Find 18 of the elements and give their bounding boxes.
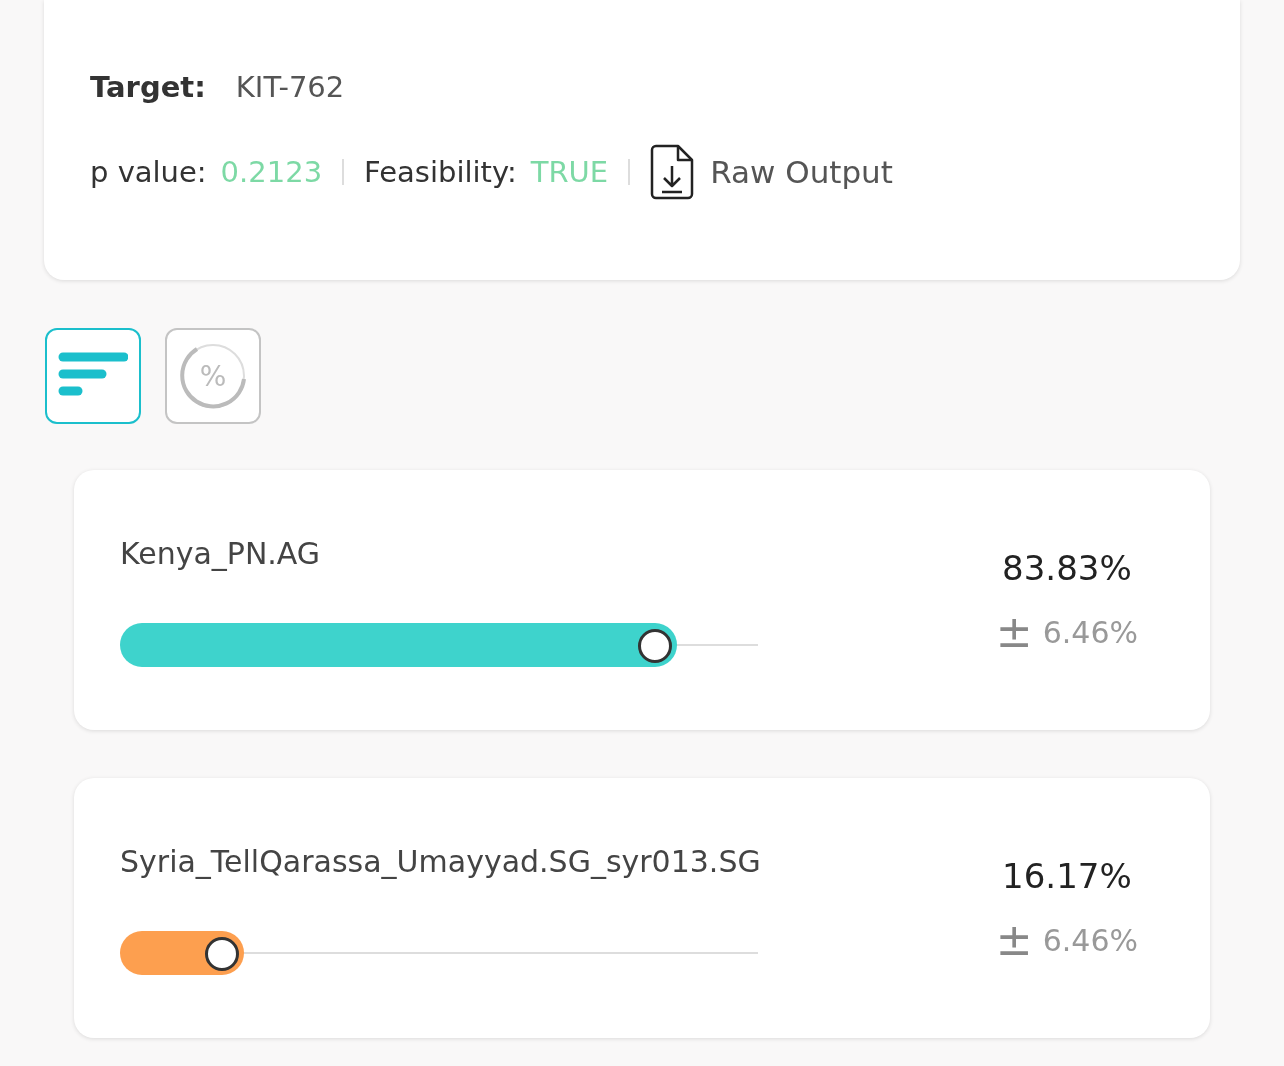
feasibility-value: TRUE	[530, 155, 609, 189]
plus-minus-sign: ±	[995, 918, 1033, 962]
plus-minus-sign: ±	[995, 610, 1033, 654]
result-name: Kenya_PN.AG	[120, 536, 322, 571]
target-label: Target:	[90, 70, 206, 104]
feasibility-label: Feasibility:	[364, 155, 517, 189]
result-name: Syria_TellQarassa_Umayyad.SG_syr013.SG	[120, 844, 761, 879]
error-value: 6.46%	[1042, 614, 1138, 650]
raw-output-link[interactable]: Raw Output	[650, 144, 893, 200]
view-toggle[interactable]	[45, 328, 141, 424]
percent-circle-icon: %	[178, 341, 248, 411]
file-download-icon	[650, 144, 695, 200]
percentage: 16.17%	[1002, 856, 1132, 896]
error-value: 6.46%	[1042, 922, 1138, 958]
target-value: KIT-762	[235, 70, 345, 104]
p-value: 0.2123	[220, 155, 323, 189]
percentage: 83.83%	[1002, 548, 1132, 588]
p-value-label: p value:	[90, 155, 207, 189]
